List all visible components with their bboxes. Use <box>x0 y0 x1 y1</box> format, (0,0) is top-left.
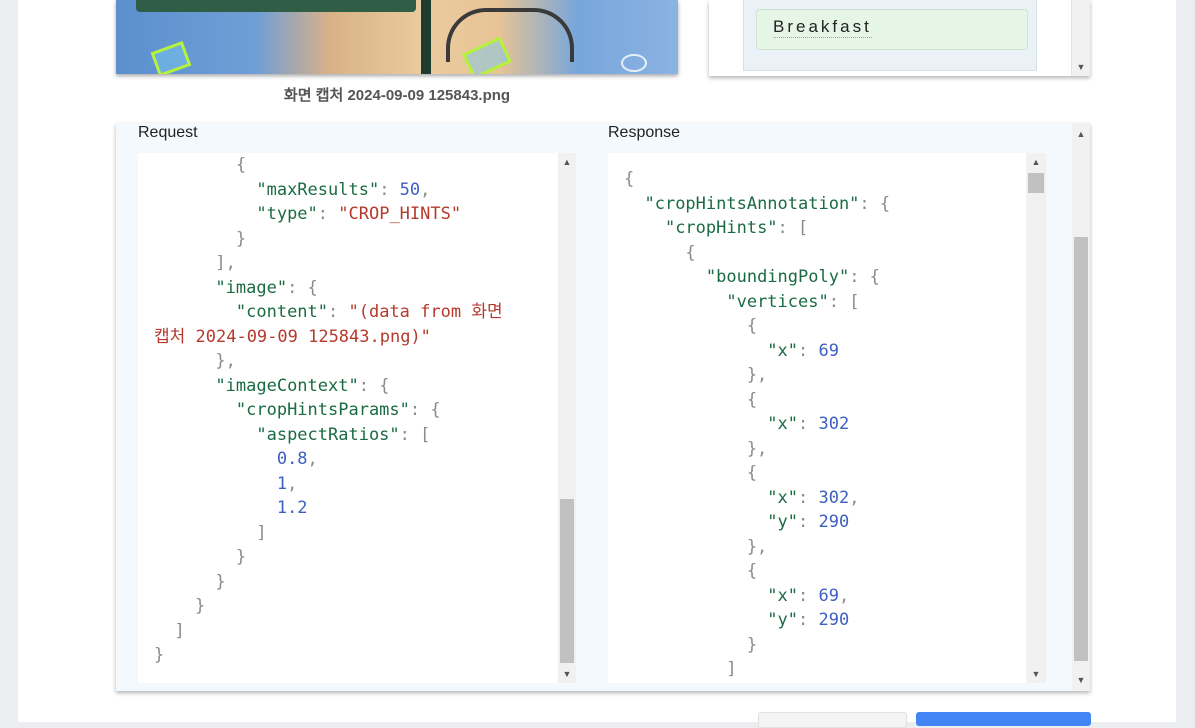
secondary-button[interactable] <box>758 712 907 728</box>
request-code[interactable]: { "maxResults": 50, "type": "CROP_HINTS"… <box>138 153 558 683</box>
scroll-down-icon[interactable]: ▼ <box>1072 673 1090 687</box>
watermark-icon <box>621 54 647 72</box>
scroll-up-icon[interactable]: ▲ <box>1026 155 1046 169</box>
response-scroll-thumb[interactable] <box>1028 173 1044 193</box>
json-panel-scroll-thumb[interactable] <box>1074 237 1088 661</box>
json-panel: Request Response { "maxResults": 50, "ty… <box>116 123 1090 691</box>
crop-hint-box <box>150 40 192 74</box>
label-chip[interactable]: Breakfast <box>756 9 1028 50</box>
request-scroll-thumb[interactable] <box>560 499 574 663</box>
image-caption: 화면 캡처 2024-09-09 125843.png <box>283 87 511 104</box>
labels-scrollbar[interactable]: ▼ <box>1071 0 1090 76</box>
request-scrollbar[interactable]: ▲ ▼ <box>558 153 576 683</box>
scroll-down-icon[interactable]: ▼ <box>1072 62 1090 72</box>
response-title: Response <box>608 124 681 141</box>
request-title: Request <box>138 124 198 141</box>
response-code[interactable]: { "cropHintsAnnotation": { "cropHints": … <box>608 153 1026 683</box>
json-panel-scrollbar[interactable]: ▲ ▼ <box>1072 123 1090 691</box>
response-scrollbar[interactable]: ▲ ▼ <box>1026 153 1046 683</box>
primary-button[interactable] <box>916 712 1091 726</box>
uploaded-image-preview <box>116 0 678 74</box>
labels-list: Breakfast <box>743 0 1037 71</box>
scroll-up-icon[interactable]: ▲ <box>558 155 576 169</box>
scroll-down-icon[interactable]: ▼ <box>558 667 576 681</box>
labels-panel: Breakfast ▼ <box>709 0 1090 76</box>
label-chip-text: Breakfast <box>773 17 872 38</box>
scroll-down-icon[interactable]: ▼ <box>1026 667 1046 681</box>
scroll-up-icon[interactable]: ▲ <box>1072 127 1090 141</box>
